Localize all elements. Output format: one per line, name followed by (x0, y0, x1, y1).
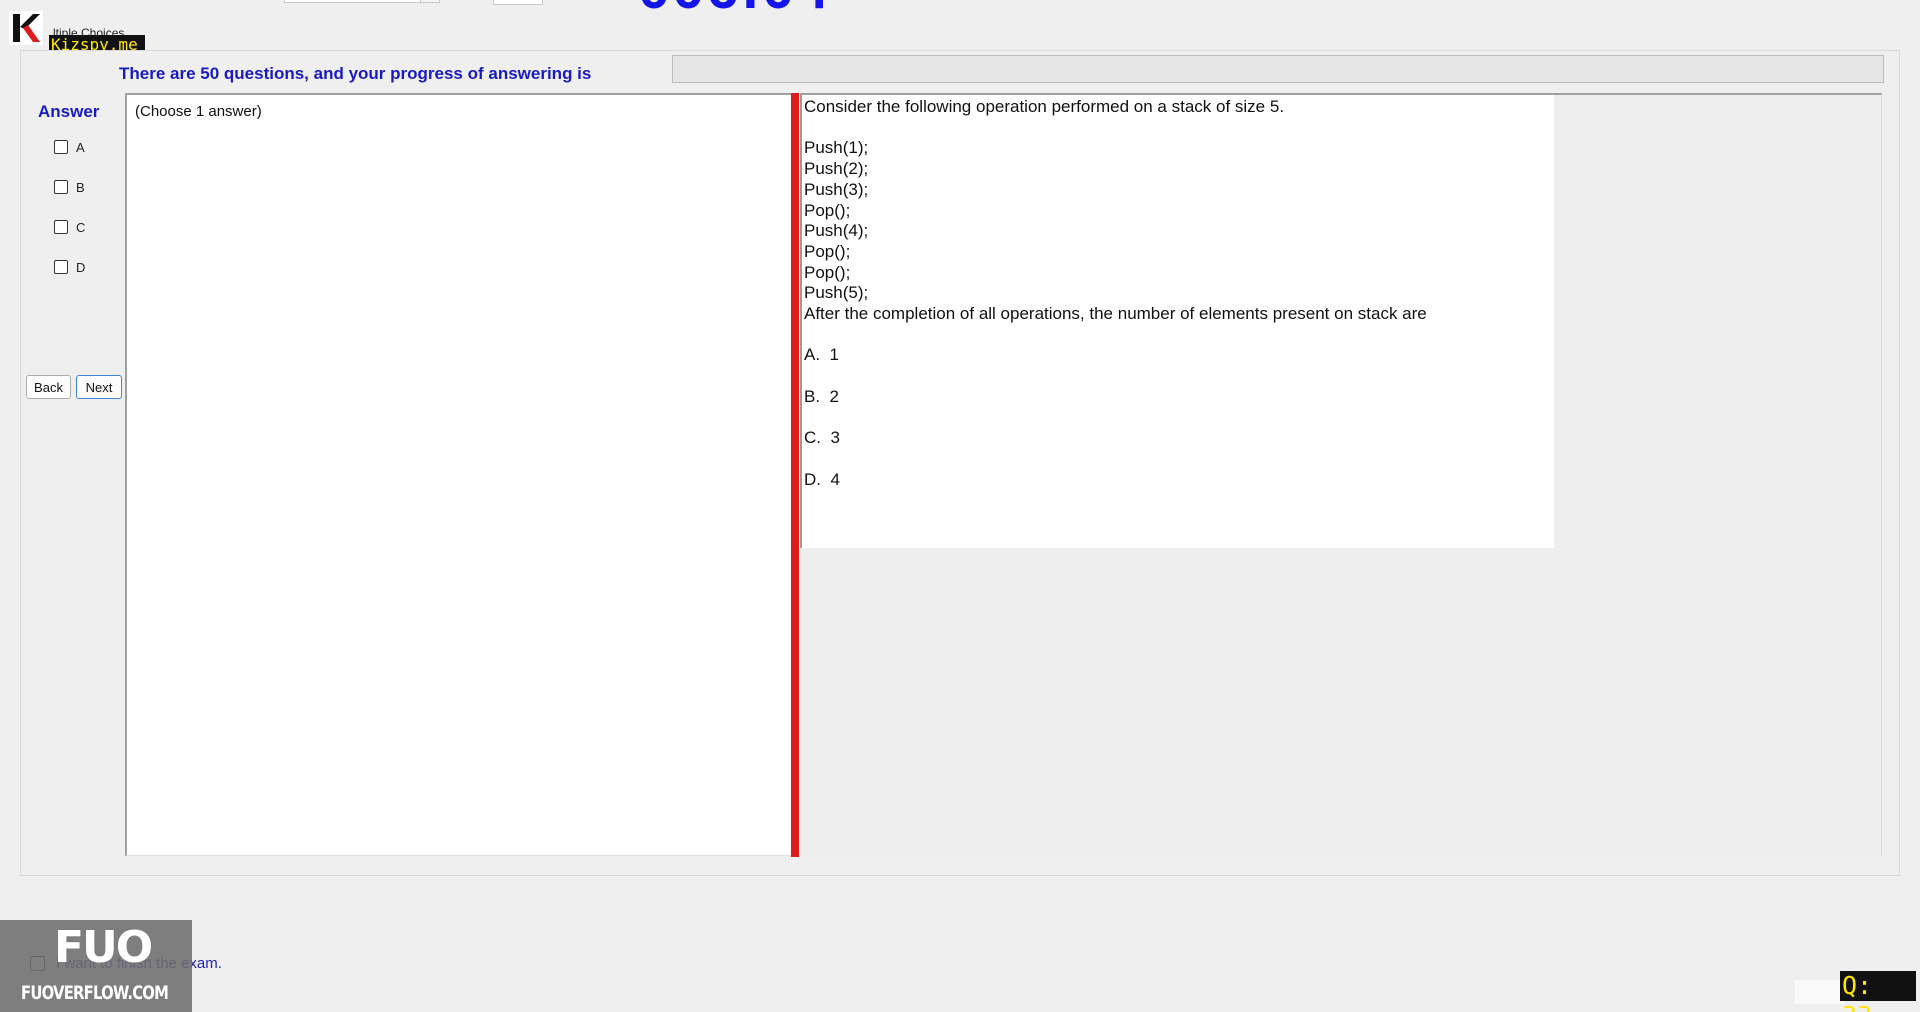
option-a-checkbox[interactable] (54, 140, 68, 154)
question-spacer (804, 449, 1427, 470)
kizspy-logo-icon (9, 11, 43, 45)
answer-option-b[interactable]: B (54, 178, 85, 196)
status-strip (1795, 980, 1845, 1004)
option-b-label: B (76, 179, 85, 195)
question-choice-d: D. 4 (804, 469, 840, 489)
question-choice-b: B. 2 (804, 386, 839, 406)
question-spacer (804, 118, 1427, 139)
question-line: Pop(); (804, 262, 851, 282)
option-a-label: A (76, 139, 85, 155)
question-text: Consider the following operation perform… (804, 97, 1427, 490)
question-line: Push(3); (804, 179, 869, 199)
choose-answer-hint: (Choose 1 answer) (135, 103, 262, 120)
exam-timer: 006:04 (638, 0, 831, 18)
progress-bar (672, 55, 1884, 83)
question-line: Push(5); (804, 283, 869, 303)
fuo-logo-name: FUOVERFLOW.COM (21, 982, 169, 1004)
question-line: Push(1); (804, 138, 869, 158)
option-c-label: C (76, 219, 86, 235)
question-spacer (804, 408, 1427, 429)
next-button[interactable]: Next (76, 375, 122, 399)
question-choice-c: C. 3 (804, 428, 840, 448)
font-size-field[interactable] (493, 0, 543, 5)
progress-label: There are 50 questions, and your progres… (119, 64, 592, 83)
option-b-checkbox[interactable] (54, 180, 68, 194)
fuoverflow-logo: FUO FUOVERFLOW.COM (0, 920, 192, 1012)
question-line: Pop(); (804, 200, 851, 220)
answer-heading: Answer (38, 102, 100, 121)
question-box: Consider the following operation perform… (800, 95, 1554, 548)
answer-option-a[interactable]: A (54, 138, 85, 156)
question-choice-a: A. 1 (804, 345, 839, 365)
question-spacer (804, 325, 1427, 346)
option-c-checkbox[interactable] (54, 220, 68, 234)
answer-option-c[interactable]: C (54, 218, 85, 236)
question-line: Push(2); (804, 159, 869, 179)
question-spacer (804, 366, 1427, 387)
exam-code-dropdown[interactable] (284, 0, 440, 3)
chevron-down-icon[interactable] (420, 0, 439, 2)
answer-text-box[interactable]: (Choose 1 answer) (125, 93, 793, 856)
question-line: Push(4); (804, 221, 869, 241)
option-d-label: D (76, 259, 86, 275)
back-button[interactable]: Back (26, 375, 71, 399)
question-line: Consider the following operation perform… (804, 97, 1285, 116)
question-line: Pop(); (804, 241, 851, 261)
question-counter: Q: 33 (1840, 971, 1916, 1012)
panel-splitter[interactable] (791, 93, 799, 857)
question-line: After the completion of all operations, … (804, 304, 1427, 324)
answer-option-d[interactable]: D (54, 258, 85, 276)
option-d-checkbox[interactable] (54, 260, 68, 274)
kizspy-watermark: ltiple Choices Kizspy.me (9, 9, 145, 55)
fuo-logo-mark: FUO (54, 922, 153, 973)
